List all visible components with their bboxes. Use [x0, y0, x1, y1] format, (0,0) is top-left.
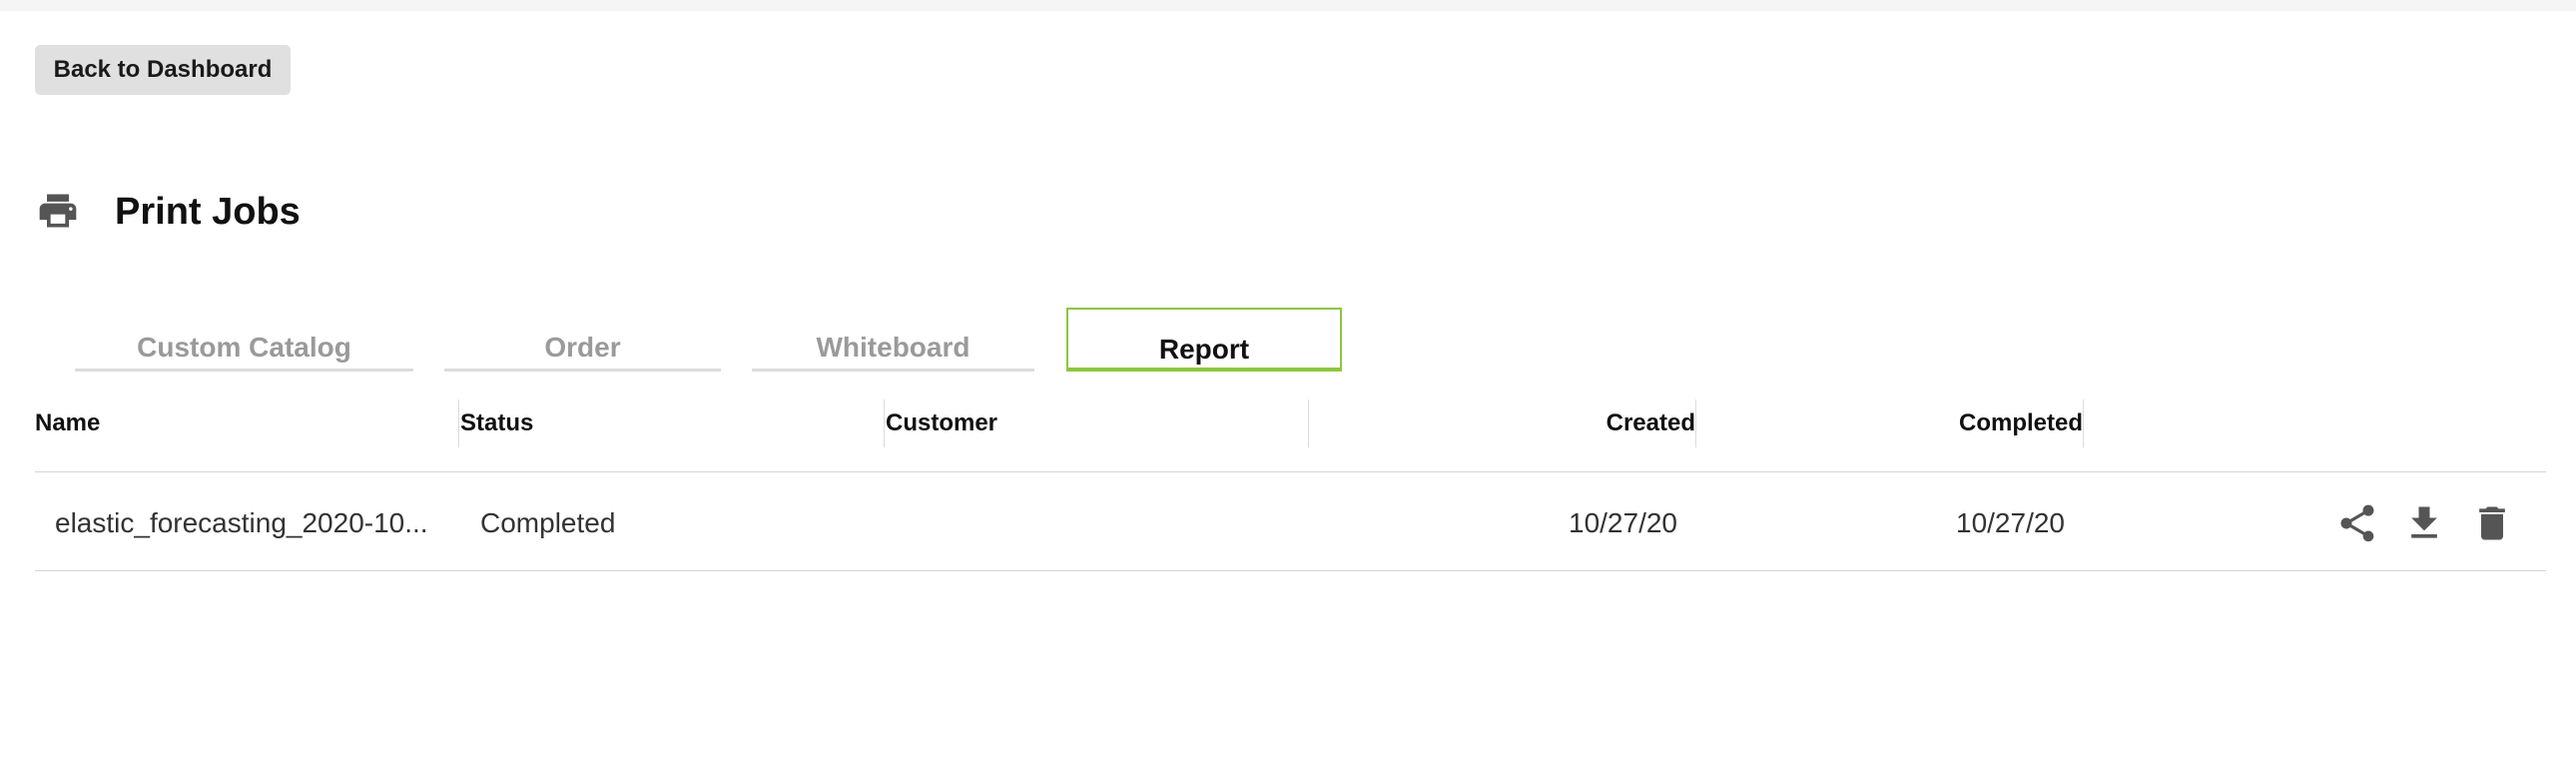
column-divider: [884, 399, 885, 447]
back-to-dashboard-button[interactable]: Back to Dashboard: [35, 45, 291, 95]
column-header-status[interactable]: Status: [460, 399, 533, 447]
column-header-customer[interactable]: Customer: [886, 399, 997, 447]
share-icon[interactable]: [2335, 501, 2379, 545]
column-header-completed[interactable]: Completed: [1697, 399, 2083, 447]
tab-whiteboard[interactable]: Whiteboard: [752, 308, 1034, 372]
top-strip: [0, 0, 2576, 11]
column-divider: [1308, 399, 1309, 447]
delete-icon[interactable]: [2470, 501, 2514, 545]
cell-name: elastic_forecasting_2020-10...: [55, 507, 428, 538]
column-header-created[interactable]: Created: [1310, 399, 1695, 447]
tab-custom-catalog[interactable]: Custom Catalog: [75, 308, 413, 372]
tab-report[interactable]: Report: [1066, 308, 1342, 372]
column-header-name[interactable]: Name: [35, 399, 100, 447]
column-divider: [1695, 399, 1696, 447]
tab-order[interactable]: Order: [444, 308, 721, 372]
cell-created: 10/27/20: [1569, 507, 1677, 538]
cell-status: Completed: [480, 507, 616, 538]
header-divider: [35, 471, 2546, 472]
download-icon[interactable]: [2402, 501, 2446, 545]
column-divider: [458, 399, 459, 447]
printer-icon: [39, 194, 77, 228]
cell-completed: 10/27/20: [1956, 507, 2065, 538]
page-title: Print Jobs: [115, 191, 301, 233]
column-divider: [2083, 399, 2084, 447]
row-divider: [35, 570, 2546, 571]
